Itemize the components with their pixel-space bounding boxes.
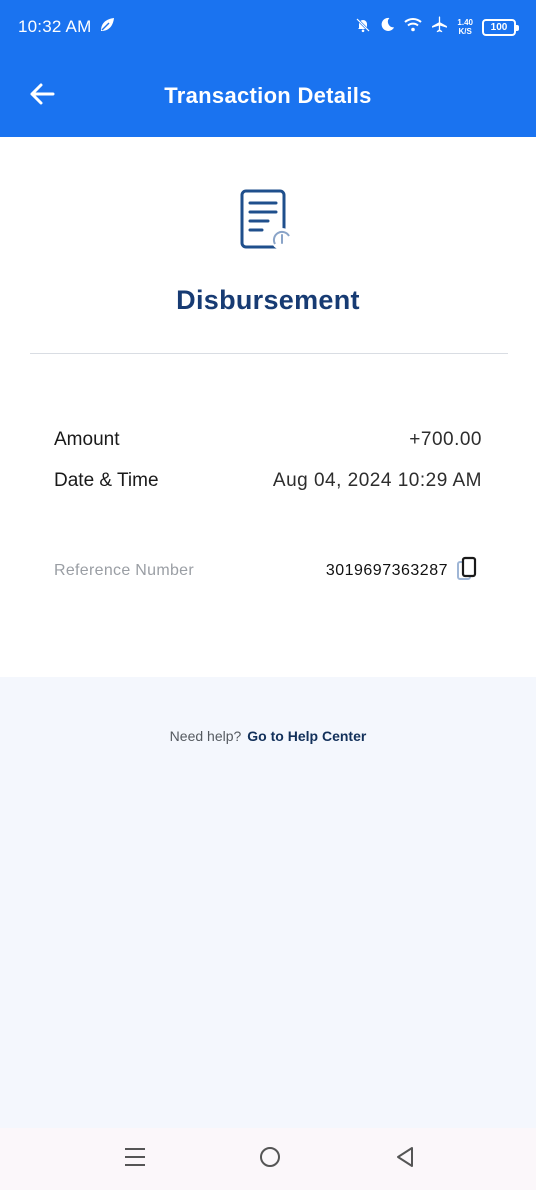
reference-value: 3019697363287 bbox=[325, 562, 448, 579]
amount-row: Amount +700.00 bbox=[54, 429, 482, 451]
network-speed-value: 1.40 bbox=[457, 18, 473, 27]
triangle-back-icon bbox=[395, 1146, 415, 1173]
status-bar: 10:32 AM 1.40 K/S 100 bbox=[0, 0, 536, 54]
menu-icon bbox=[124, 1147, 146, 1172]
network-speed: 1.40 K/S bbox=[457, 18, 473, 36]
battery-level: 100 bbox=[490, 21, 508, 33]
circle-icon bbox=[259, 1146, 281, 1173]
status-right: 1.40 K/S 100 bbox=[355, 16, 519, 38]
reference-row: Reference Number 3019697363287 bbox=[54, 556, 478, 587]
help-text: Need help? bbox=[169, 728, 242, 744]
reference-label: Reference Number bbox=[54, 562, 194, 579]
airplane-icon bbox=[431, 16, 448, 38]
amount-label: Amount bbox=[54, 429, 120, 450]
battery-icon: 100 bbox=[482, 18, 519, 36]
transaction-card: Disbursement Amount +700.00 Date & Time … bbox=[0, 137, 536, 677]
system-nav-bar bbox=[0, 1128, 536, 1190]
copy-button[interactable] bbox=[456, 556, 478, 587]
moon-icon bbox=[380, 17, 395, 37]
copy-icon bbox=[456, 556, 478, 587]
transaction-type: Disbursement bbox=[176, 285, 360, 315]
amount-value: +700.00 bbox=[409, 429, 482, 450]
app-header: Transaction Details bbox=[0, 54, 536, 137]
datetime-label: Date & Time bbox=[54, 470, 159, 491]
recent-apps-button[interactable] bbox=[122, 1146, 148, 1172]
status-time: 10:32 AM bbox=[18, 17, 92, 36]
home-button[interactable] bbox=[257, 1146, 283, 1172]
datetime-row: Date & Time Aug 04, 2024 10:29 AM bbox=[54, 470, 482, 492]
mute-bell-icon bbox=[355, 17, 371, 38]
back-button[interactable] bbox=[22, 78, 62, 114]
divider bbox=[30, 353, 508, 354]
help-row: Need help? Go to Help Center bbox=[0, 728, 536, 744]
receipt-icon bbox=[238, 189, 298, 253]
leaf-icon bbox=[99, 17, 115, 38]
arrow-left-icon bbox=[29, 82, 55, 111]
reference-right: 3019697363287 bbox=[325, 556, 478, 587]
status-left: 10:32 AM bbox=[18, 17, 115, 38]
wifi-icon bbox=[404, 17, 423, 37]
datetime-value: Aug 04, 2024 10:29 AM bbox=[272, 470, 482, 491]
help-center-link[interactable]: Go to Help Center bbox=[247, 728, 366, 744]
back-nav-button[interactable] bbox=[392, 1146, 418, 1172]
network-speed-unit: K/S bbox=[458, 27, 472, 36]
page-title: Transaction Details bbox=[164, 82, 372, 108]
